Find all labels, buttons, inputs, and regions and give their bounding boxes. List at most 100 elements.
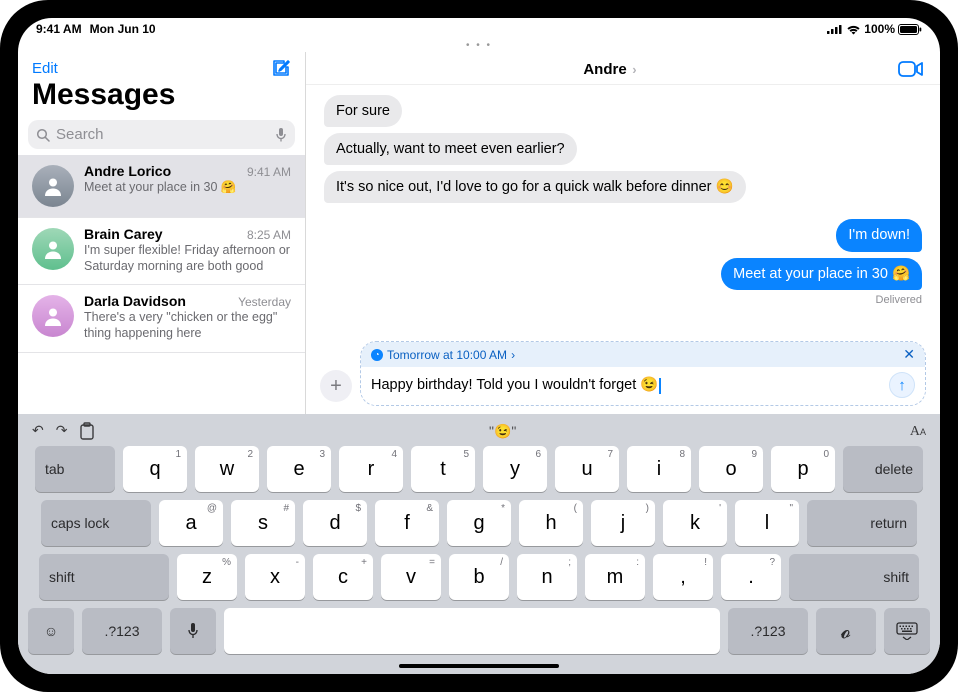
facetime-icon[interactable]: [898, 60, 924, 78]
conversation-name: Andre Lorico: [84, 163, 171, 179]
hide-keyboard-key[interactable]: [884, 608, 930, 654]
key-k[interactable]: 'k: [663, 500, 727, 546]
space-key[interactable]: [224, 608, 720, 654]
keyboard-suggestion[interactable]: "😉": [95, 423, 909, 440]
shift-key-right[interactable]: shift: [789, 554, 919, 600]
chevron-right-icon: ›: [511, 348, 515, 362]
chat-pane: Andre › For sure Actually, want to meet …: [306, 52, 940, 414]
key-l[interactable]: "l: [735, 500, 799, 546]
home-indicator[interactable]: [399, 664, 559, 668]
status-time: 9:41 AM: [36, 22, 82, 36]
signal-icon: [827, 24, 843, 34]
key-i[interactable]: 8i: [627, 446, 691, 492]
numbers-key-right[interactable]: .?123: [728, 608, 808, 654]
return-key[interactable]: return: [807, 500, 917, 546]
conversation-name: Darla Davidson: [84, 293, 186, 309]
key-d[interactable]: $d: [303, 500, 367, 546]
chevron-right-icon: ›: [629, 62, 637, 77]
search-placeholder: Search: [56, 126, 275, 143]
compose-text[interactable]: Happy birthday! Told you I wouldn't forg…: [371, 376, 889, 393]
avatar: [32, 165, 74, 207]
keyboard: ↶ ↷ "😉" AA tab 1q2w3e4r5t6y7u8i9o0pdelet…: [18, 414, 940, 674]
chat-title[interactable]: Andre ›: [583, 61, 636, 78]
conversation-time: Yesterday: [238, 295, 291, 309]
key-g[interactable]: *g: [447, 500, 511, 546]
emoji-key[interactable]: ☺: [28, 608, 74, 654]
scheduled-send-chip[interactable]: ◔ Tomorrow at 10:00 AM › ✕: [361, 342, 925, 367]
conversation-item-darla[interactable]: Darla Davidson Yesterday There's a very …: [18, 285, 305, 352]
conversation-item-andre[interactable]: Andre Lorico 9:41 AM Meet at your place …: [18, 155, 305, 218]
conversation-preview: There's a very "chicken or the egg" thin…: [84, 310, 291, 341]
avatar: [32, 228, 74, 270]
status-bar: 9:41 AM Mon Jun 10 100%: [18, 18, 940, 38]
conversation-item-brain[interactable]: Brain Carey 8:25 AM I'm super flexible! …: [18, 218, 305, 285]
message-outgoing[interactable]: Meet at your place in 30 🤗: [721, 258, 922, 290]
message-incoming[interactable]: Actually, want to meet even earlier?: [324, 133, 577, 165]
handwriting-key[interactable]: 𝓸: [816, 608, 876, 654]
conversation-preview: Meet at your place in 30 🤗: [84, 180, 291, 196]
redo-icon[interactable]: ↷: [56, 422, 68, 440]
clock-icon: ◔: [371, 349, 383, 361]
key-f[interactable]: &f: [375, 500, 439, 546]
compose-icon[interactable]: [271, 58, 291, 78]
numbers-key-left[interactable]: .?123: [82, 608, 162, 654]
key-y[interactable]: 6y: [483, 446, 547, 492]
message-outgoing[interactable]: I'm down!: [836, 219, 922, 251]
key-w[interactable]: 2w: [195, 446, 259, 492]
key-j[interactable]: )j: [591, 500, 655, 546]
key-q[interactable]: 1q: [123, 446, 187, 492]
key-v[interactable]: =v: [381, 554, 441, 600]
key-s[interactable]: #s: [231, 500, 295, 546]
battery-icon: [898, 24, 922, 35]
text-format-icon[interactable]: AA: [910, 424, 926, 439]
key-m[interactable]: :m: [585, 554, 645, 600]
text-caret: [659, 378, 661, 394]
search-input[interactable]: Search: [28, 120, 295, 149]
delivered-label: Delivered: [876, 294, 922, 306]
conversation-time: 8:25 AM: [247, 228, 291, 242]
scheduled-text: Tomorrow at 10:00 AM: [387, 348, 507, 362]
chat-body[interactable]: For sure Actually, want to meet even ear…: [306, 85, 940, 335]
key-t[interactable]: 5t: [411, 446, 475, 492]
shift-key-left[interactable]: shift: [39, 554, 169, 600]
key-a[interactable]: @a: [159, 500, 223, 546]
attachments-button[interactable]: +: [320, 370, 352, 402]
key-n[interactable]: ;n: [517, 554, 577, 600]
search-icon: [36, 128, 50, 142]
dictation-key[interactable]: [170, 608, 216, 654]
tab-key[interactable]: tab: [35, 446, 115, 492]
message-incoming[interactable]: For sure: [324, 95, 402, 127]
capslock-key[interactable]: caps lock: [41, 500, 151, 546]
clipboard-icon[interactable]: [79, 422, 95, 440]
key-.[interactable]: ?.: [721, 554, 781, 600]
key-c[interactable]: +c: [313, 554, 373, 600]
status-date: Mon Jun 10: [90, 22, 156, 36]
key-z[interactable]: %z: [177, 554, 237, 600]
key-h[interactable]: (h: [519, 500, 583, 546]
undo-icon[interactable]: ↶: [32, 422, 44, 440]
dictate-icon[interactable]: [275, 127, 287, 143]
wifi-icon: [846, 24, 861, 35]
battery-text: 100%: [864, 22, 895, 36]
key-r[interactable]: 4r: [339, 446, 403, 492]
sidebar: Edit Messages Search: [18, 52, 306, 414]
send-button[interactable]: ↑: [889, 372, 915, 398]
compose-box[interactable]: ◔ Tomorrow at 10:00 AM › ✕ Happy birthda…: [360, 341, 926, 406]
key-o[interactable]: 9o: [699, 446, 763, 492]
key-p[interactable]: 0p: [771, 446, 835, 492]
conversation-name: Brain Carey: [84, 226, 163, 242]
message-incoming[interactable]: It's so nice out, I'd love to go for a q…: [324, 171, 746, 203]
key-e[interactable]: 3e: [267, 446, 331, 492]
multitask-dots[interactable]: • • •: [18, 40, 940, 51]
conversation-preview: I'm super flexible! Friday afternoon or …: [84, 243, 291, 274]
sidebar-title: Messages: [18, 78, 305, 116]
conversation-time: 9:41 AM: [247, 165, 291, 179]
avatar: [32, 295, 74, 337]
key-x[interactable]: -x: [245, 554, 305, 600]
cancel-schedule-button[interactable]: ✕: [903, 346, 915, 363]
edit-button[interactable]: Edit: [32, 60, 58, 77]
key-b[interactable]: /b: [449, 554, 509, 600]
key-,[interactable]: !,: [653, 554, 713, 600]
delete-key[interactable]: delete: [843, 446, 923, 492]
key-u[interactable]: 7u: [555, 446, 619, 492]
